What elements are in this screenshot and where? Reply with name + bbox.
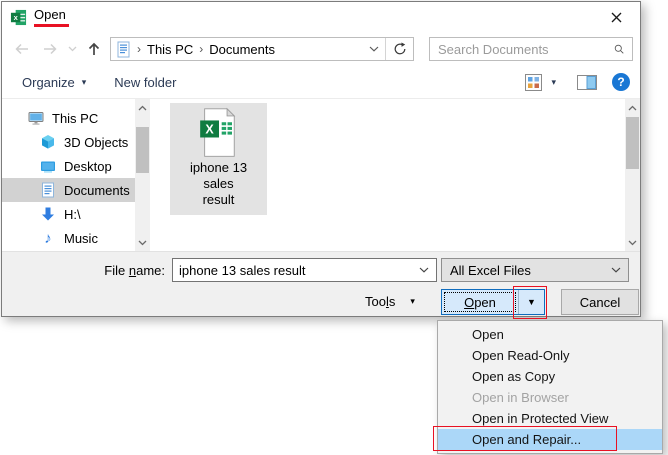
- menu-item-open[interactable]: Open: [438, 324, 662, 345]
- file-name-field-label: File name:: [2, 263, 165, 278]
- open-split-button: Open ▼: [441, 289, 545, 315]
- excel-app-icon: x: [10, 9, 27, 26]
- search-box: [429, 37, 633, 61]
- sidebar-item-this-pc[interactable]: This PC: [2, 106, 135, 130]
- menu-item-open-as-copy[interactable]: Open as Copy: [438, 366, 662, 387]
- open-dialog: x Open: [1, 1, 641, 317]
- music-note-icon: ♪: [40, 230, 56, 247]
- tools-caret-icon: ▾: [410, 296, 415, 307]
- help-icon: ?: [617, 75, 624, 89]
- up-arrow-icon: [86, 41, 102, 57]
- organize-label: Organize: [22, 75, 75, 90]
- scrollbar-thumb[interactable]: [626, 117, 639, 169]
- window-title: Open: [34, 7, 69, 27]
- sidebar-item-desktop[interactable]: Desktop: [2, 154, 135, 178]
- breadcrumb-separator: ›: [199, 42, 203, 56]
- scroll-down-icon[interactable]: [135, 235, 150, 250]
- sidebar-label: Documents: [64, 183, 130, 198]
- down-arrow-drive-icon: [40, 206, 56, 222]
- sidebar-item-h-drive[interactable]: H:\: [2, 202, 135, 226]
- menu-item-open-in-protected-view[interactable]: Open in Protected View: [438, 408, 662, 429]
- new-folder-label: New folder: [114, 75, 176, 90]
- tools-label: Tools: [365, 294, 395, 309]
- sidebar-label: H:\: [64, 207, 81, 222]
- forward-button[interactable]: [42, 41, 58, 57]
- sidebar-item-music[interactable]: ♪ Music: [2, 226, 135, 250]
- file-type-dropdown-icon: [611, 267, 621, 273]
- excel-file-icon: X: [197, 107, 241, 159]
- views-caret-icon[interactable]: ▾: [551, 77, 556, 88]
- up-button[interactable]: [86, 41, 102, 57]
- view-controls: ▾ ?: [525, 73, 630, 91]
- back-arrow-icon: [14, 41, 30, 57]
- menu-item-open-and-repair[interactable]: Open and Repair...: [438, 429, 662, 450]
- sidebar-item-documents[interactable]: Documents: [2, 178, 135, 202]
- file-list-scrollbar[interactable]: [625, 99, 640, 251]
- help-button[interactable]: ?: [612, 73, 630, 91]
- chevron-down-icon: [68, 46, 77, 52]
- navigation-bar: › This PC › Documents: [2, 32, 640, 66]
- open-dropdown-button[interactable]: ▼: [519, 290, 544, 314]
- file-name-combobox: [172, 258, 437, 282]
- menu-item-open-read-only[interactable]: Open Read-Only: [438, 345, 662, 366]
- tiles-view-icon[interactable]: [525, 74, 542, 91]
- menu-item-open-in-browser: Open in Browser: [438, 387, 662, 408]
- new-folder-button[interactable]: New folder: [114, 75, 176, 90]
- document-icon: [40, 182, 56, 198]
- file-name-input[interactable]: [173, 263, 419, 278]
- screenshot-canvas: x Open: [0, 0, 668, 455]
- scroll-down-icon[interactable]: [625, 235, 640, 250]
- file-item-iphone-13-sales-result[interactable]: X iphone 13 sales result: [170, 103, 267, 215]
- refresh-button[interactable]: [386, 38, 413, 60]
- open-button[interactable]: Open: [442, 290, 518, 314]
- open-button-label: Open: [464, 295, 496, 310]
- breadcrumb-separator: ›: [137, 42, 141, 56]
- command-toolbar: Organize ▾ New folder ▾: [2, 66, 640, 99]
- search-input[interactable]: [430, 42, 614, 57]
- folder-document-icon: [116, 41, 131, 58]
- breadcrumb-this-pc[interactable]: This PC: [147, 42, 193, 57]
- sidebar-label: Desktop: [64, 159, 112, 174]
- sidebar-label: This PC: [52, 111, 98, 126]
- cancel-label: Cancel: [580, 295, 620, 310]
- sidebar-label: 3D Objects: [64, 135, 128, 150]
- address-bar[interactable]: › This PC › Documents: [110, 37, 414, 61]
- file-list-area: X iphone 13 sales result: [150, 99, 640, 251]
- file-type-dropdown[interactable]: All Excel Files: [441, 258, 629, 282]
- file-name-label: iphone 13 sales result: [190, 160, 247, 208]
- sidebar-label: Music: [64, 231, 98, 246]
- forward-arrow-icon: [42, 41, 58, 57]
- sidebar-scrollbar[interactable]: [135, 99, 150, 251]
- file-type-value: All Excel Files: [442, 263, 611, 278]
- close-icon: [611, 12, 622, 23]
- close-button[interactable]: [594, 3, 639, 31]
- 3d-cube-icon: [40, 134, 56, 150]
- address-dropdown-icon[interactable]: [369, 46, 379, 52]
- menu-arrow-icon: ▼: [527, 297, 536, 307]
- caret-down-icon: ▾: [82, 77, 87, 88]
- refresh-icon: [393, 42, 407, 56]
- file-name-dropdown-icon[interactable]: [419, 267, 429, 273]
- breadcrumb-documents[interactable]: Documents: [209, 42, 275, 57]
- preview-pane-icon[interactable]: [577, 75, 597, 90]
- cancel-button[interactable]: Cancel: [561, 289, 639, 315]
- tools-button[interactable]: Tools ▾: [365, 294, 415, 309]
- pc-icon: [28, 110, 44, 126]
- sidebar-item-3d-objects[interactable]: 3D Objects: [2, 130, 135, 154]
- scroll-up-icon[interactable]: [135, 100, 150, 115]
- title-bar: x Open: [2, 2, 640, 32]
- navigation-pane: This PC 3D Objects Des: [2, 99, 150, 251]
- organize-button[interactable]: Organize ▾: [22, 75, 86, 90]
- open-dropdown-menu: Open Open Read-Only Open as Copy Open in…: [437, 320, 663, 454]
- dialog-footer: File name: All Excel Files Tools ▾: [2, 251, 640, 316]
- scroll-up-icon[interactable]: [625, 100, 640, 115]
- back-button[interactable]: [14, 41, 30, 57]
- recent-locations-button[interactable]: [67, 41, 77, 57]
- svg-text:X: X: [205, 122, 214, 136]
- desktop-icon: [40, 158, 56, 174]
- scrollbar-thumb[interactable]: [136, 127, 149, 173]
- search-icon[interactable]: [614, 42, 624, 56]
- dialog-body: This PC 3D Objects Des: [2, 99, 640, 251]
